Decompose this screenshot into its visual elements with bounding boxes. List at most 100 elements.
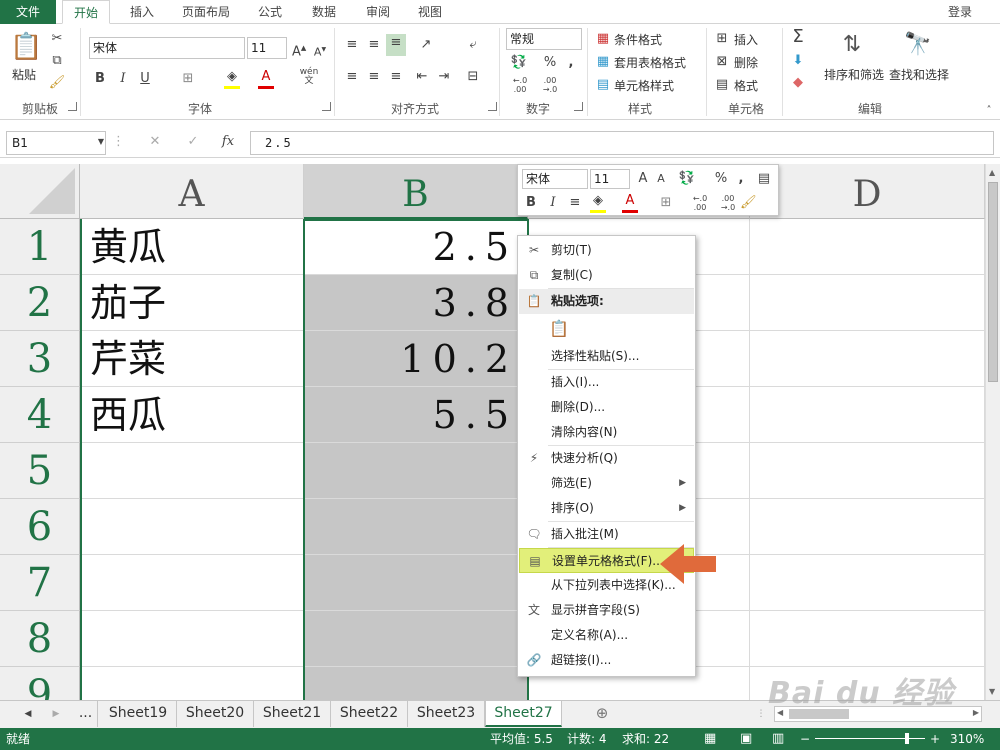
percent-button[interactable]: % <box>543 54 557 72</box>
tab-home[interactable]: 开始 <box>62 0 110 24</box>
mini-decrease-decimal-icon[interactable]: .00 →.0 <box>716 194 740 212</box>
cell-d[interactable] <box>750 443 985 499</box>
row-header[interactable]: 9 <box>0 667 80 700</box>
cut-icon[interactable]: ✂ <box>48 30 66 48</box>
align-top-icon[interactable]: ≡ <box>344 36 360 54</box>
cell-b[interactable]: 2.5 <box>304 219 528 275</box>
table-format-button[interactable]: 套用表格格式 <box>614 54 686 71</box>
mini-increase-decimal-icon[interactable]: ←.0.00 <box>688 194 712 212</box>
tab-page-layout[interactable]: 页面布局 <box>176 0 236 24</box>
prev-sheet-icon[interactable]: ◀ <box>22 705 34 723</box>
cell-styles-icon[interactable]: ▤ <box>595 76 611 94</box>
paste-icon[interactable]: 📋 <box>10 32 42 62</box>
fill-icon[interactable]: ⬇ <box>789 52 807 70</box>
normal-view-icon[interactable]: ▦ <box>704 728 716 750</box>
context-menu-item[interactable]: 选择性粘贴(S)... <box>519 344 694 369</box>
decrease-indent-icon[interactable]: ⇤ <box>414 68 430 86</box>
delete-cells-icon[interactable]: ⊠ <box>714 53 730 71</box>
increase-font-icon[interactable]: A▲ <box>292 39 306 61</box>
cell-d[interactable] <box>750 387 985 443</box>
cell-a[interactable]: 茄子 <box>80 275 304 331</box>
worksheet-grid[interactable]: A B C D 1黄瓜2.52茄子3.83芹菜10.24西瓜5.556789 <box>0 164 985 700</box>
cell-b[interactable] <box>304 667 528 700</box>
tab-insert[interactable]: 插入 <box>124 0 160 24</box>
name-box[interactable]: B1 <box>6 131 106 155</box>
mini-font-select[interactable]: 宋体 <box>522 169 588 189</box>
decrease-decimal-icon[interactable]: .00 →.0 <box>538 76 562 94</box>
align-bottom-icon[interactable]: ≡ <box>386 34 406 56</box>
autosum-icon[interactable]: Σ <box>789 28 807 46</box>
align-right-icon[interactable]: ≡ <box>388 68 404 86</box>
cell-b[interactable]: 3.8 <box>304 275 528 331</box>
cell-d[interactable] <box>750 499 985 555</box>
cell-d[interactable] <box>750 555 985 611</box>
tab-review[interactable]: 审阅 <box>360 0 396 24</box>
row-header[interactable]: 5 <box>0 443 80 499</box>
font-color-icon[interactable]: A <box>258 68 274 89</box>
number-launcher-icon[interactable] <box>574 102 583 111</box>
bold-button[interactable]: B <box>93 70 107 88</box>
mini-format-painter-icon[interactable]: 🖌 <box>740 194 757 212</box>
sheet-tab[interactable]: Sheet20 <box>177 701 254 727</box>
tab-file[interactable]: 文件 <box>0 0 56 24</box>
column-header-d[interactable]: D <box>750 164 985 219</box>
conditional-format-icon[interactable]: ▦ <box>595 30 611 48</box>
select-all-button[interactable] <box>0 164 80 219</box>
format-cells-button[interactable]: 格式 <box>734 77 758 94</box>
align-center-icon[interactable]: ≡ <box>366 68 382 86</box>
sheet-tab[interactable]: Sheet22 <box>331 701 408 727</box>
copy-icon[interactable]: ⧉ <box>48 52 66 70</box>
cell-a[interactable]: 黄瓜 <box>80 219 304 275</box>
underline-button[interactable]: U <box>138 70 152 88</box>
zoom-in-icon[interactable]: + <box>930 728 940 750</box>
context-menu-item[interactable]: 🔗 超链接(I)... <box>519 648 694 673</box>
cell-a[interactable]: 西瓜 <box>80 387 304 443</box>
delete-cells-button[interactable]: 删除 <box>734 54 758 71</box>
cell-b[interactable] <box>304 555 528 611</box>
mini-border-icon[interactable]: ⊞ <box>658 194 674 212</box>
formula-input[interactable]: 2.5 <box>250 131 994 155</box>
sort-filter-icon[interactable]: ⇅ <box>836 30 868 60</box>
font-launcher-icon[interactable] <box>322 102 331 111</box>
tab-formulas[interactable]: 公式 <box>252 0 288 24</box>
context-menu-item[interactable]: 筛选(E) ▶ <box>519 471 694 496</box>
mini-fill-color-icon[interactable]: ◈ <box>590 192 606 213</box>
comma-button[interactable]: , <box>566 54 576 72</box>
zoom-slider-handle[interactable] <box>905 733 909 744</box>
number-format-select[interactable]: 常规 <box>506 28 582 50</box>
cell-d[interactable] <box>750 275 985 331</box>
scroll-down-icon[interactable]: ▼ <box>989 687 995 696</box>
mini-size-select[interactable]: 11 <box>590 169 630 189</box>
add-sheet-icon[interactable]: ⊕ <box>592 704 612 722</box>
cell-a[interactable] <box>80 667 304 700</box>
increase-decimal-icon[interactable]: ←.0.00 <box>508 76 532 94</box>
zoom-slider[interactable] <box>815 733 925 744</box>
align-left-icon[interactable]: ≡ <box>344 68 360 86</box>
merge-center-icon[interactable]: ⊟ <box>464 68 482 86</box>
login-link[interactable]: 登录 <box>940 0 980 24</box>
wrap-text-icon[interactable]: ⤶ <box>464 36 482 54</box>
currency-icon[interactable]: 💱 <box>508 54 530 72</box>
cell-b[interactable] <box>304 611 528 667</box>
page-break-view-icon[interactable]: ▥ <box>772 728 784 750</box>
format-painter-icon[interactable]: 🖌 <box>48 74 66 92</box>
context-menu-item[interactable]: 定义名称(A)... <box>519 623 694 648</box>
next-sheet-icon[interactable]: ▶ <box>50 705 62 723</box>
mini-decrease-font-icon[interactable]: A <box>654 170 668 188</box>
table-format-icon[interactable]: ▦ <box>595 53 611 71</box>
mini-font-color-icon[interactable]: A <box>622 192 638 213</box>
decrease-font-icon[interactable]: A▼ <box>313 41 327 62</box>
fill-color-icon[interactable]: ◈ <box>224 68 240 89</box>
collapse-ribbon-icon[interactable]: ˄ <box>983 102 995 120</box>
cell-b[interactable] <box>304 443 528 499</box>
orientation-icon[interactable]: ↗ <box>414 36 438 54</box>
border-icon[interactable]: ⊞ <box>180 70 196 88</box>
mini-bold-button[interactable]: B <box>524 194 538 212</box>
context-menu-item[interactable]: 删除(D)... <box>519 395 694 420</box>
cell-a[interactable] <box>80 555 304 611</box>
context-menu-item[interactable]: 清除内容(N) <box>519 420 694 445</box>
context-menu-item[interactable]: ⚡ 快速分析(Q) <box>519 446 694 471</box>
tab-split-icon[interactable]: ⋮ <box>756 705 766 723</box>
context-menu-item[interactable]: 文显示拼音字段(S) <box>519 598 694 623</box>
row-header[interactable]: 4 <box>0 387 80 443</box>
